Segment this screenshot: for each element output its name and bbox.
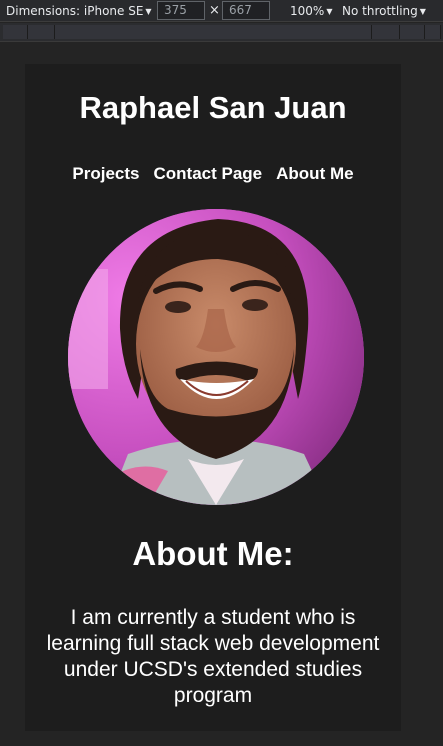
- chevron-down-icon: ▼: [326, 7, 333, 16]
- nav-link-projects[interactable]: Projects: [72, 162, 139, 186]
- ruler-segment[interactable]: [425, 25, 441, 39]
- ruler-segment[interactable]: [400, 25, 425, 39]
- throttling-label: No throttling: [342, 4, 418, 18]
- about-paragraph: I am currently a student who is learning…: [46, 606, 380, 707]
- profile-photo: [68, 209, 364, 505]
- ruler-segment[interactable]: [28, 25, 55, 39]
- chevron-down-icon: ▼: [419, 7, 426, 16]
- device-viewport: Raphael San Juan Projects Contact Page A…: [25, 64, 401, 731]
- dimension-separator: ×: [209, 3, 220, 18]
- ruler-segment[interactable]: [372, 25, 400, 39]
- viewport-width-input[interactable]: 375: [157, 1, 205, 20]
- media-query-ruler[interactable]: [0, 23, 443, 42]
- throttling-dropdown[interactable]: No throttling ▼: [342, 3, 426, 20]
- zoom-dropdown[interactable]: 100% ▼: [290, 3, 332, 20]
- ruler-segment[interactable]: [55, 25, 372, 39]
- nav-link-contact[interactable]: Contact Page: [154, 162, 263, 186]
- devtools-device-toolbar: Dimensions: iPhone SE ▼ 375 × 667 100% ▼ N…: [0, 0, 443, 22]
- main-nav: Projects Contact Page About Me: [25, 162, 401, 186]
- chevron-down-icon: ▼: [145, 7, 152, 16]
- ruler-segment[interactable]: [3, 25, 28, 39]
- zoom-label: 100%: [290, 4, 325, 18]
- nav-link-about[interactable]: About Me: [276, 162, 353, 186]
- about-heading: About Me:: [132, 535, 294, 572]
- viewport-height-input[interactable]: 667: [222, 1, 270, 20]
- device-dimensions-dropdown[interactable]: Dimensions: iPhone SE ▼: [6, 3, 152, 20]
- profile-photo-portrait: [68, 209, 364, 505]
- site-title: Raphael San Juan: [79, 90, 347, 125]
- device-dimensions-label: Dimensions: iPhone SE: [6, 4, 144, 18]
